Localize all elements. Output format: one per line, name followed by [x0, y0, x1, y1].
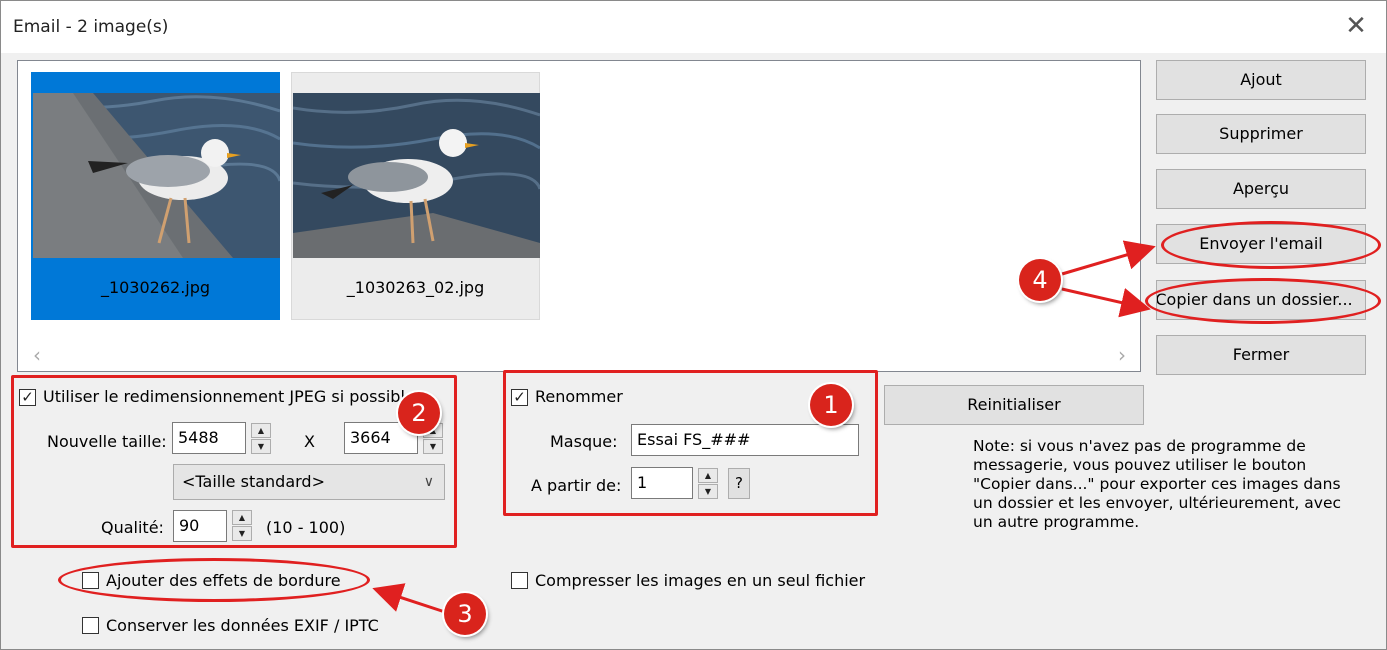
keep-exif-label: Conserver les données EXIF / IPTC [106, 616, 379, 635]
annotation-box-2 [11, 375, 457, 548]
thumbnail-filename: _1030263_02.jpg [346, 278, 485, 297]
annotation-badge-2: 2 [398, 392, 440, 434]
thumbnail-filename: _1030262.jpg [100, 278, 211, 297]
horizontal-scrollbar[interactable]: ‹ › [19, 339, 1139, 369]
thumbnail-item[interactable]: _1030263_02.jpg [291, 72, 540, 320]
reset-button[interactable]: Reinitialiser [884, 385, 1144, 425]
close-button[interactable]: Fermer [1156, 335, 1366, 375]
annotation-ellipse-copy [1145, 278, 1381, 324]
remove-button[interactable]: Supprimer [1156, 114, 1366, 154]
keep-exif-checkbox[interactable] [82, 617, 99, 634]
annotation-badge-1: 1 [810, 384, 852, 426]
preview-button[interactable]: Aperçu [1156, 169, 1366, 209]
annotation-badge-4: 4 [1019, 259, 1061, 301]
title-bar: Email - 2 image(s) ✕ [1, 1, 1386, 53]
scroll-left-icon[interactable]: ‹ [33, 343, 41, 367]
compress-checkbox[interactable] [511, 572, 528, 589]
annotation-ellipse-send [1161, 221, 1381, 269]
image-list[interactable]: _1030262.jpg _1030263_02.jpg ‹ › [17, 60, 1141, 372]
compress-label: Compresser les images en un seul fichier [535, 571, 866, 590]
close-icon[interactable]: ✕ [1343, 13, 1369, 39]
annotation-ellipse-border [58, 558, 370, 602]
note-text: Note: si vous n'avez pas de programme de… [973, 437, 1341, 531]
add-button[interactable]: Ajout [1156, 60, 1366, 100]
photo-seagull-1 [33, 93, 280, 258]
annotation-badge-3: 3 [444, 593, 486, 635]
scroll-right-icon[interactable]: › [1118, 343, 1126, 367]
photo-seagull-2 [293, 93, 540, 258]
thumbnail-item[interactable]: _1030262.jpg [31, 72, 280, 320]
window-title: Email - 2 image(s) [13, 17, 169, 37]
